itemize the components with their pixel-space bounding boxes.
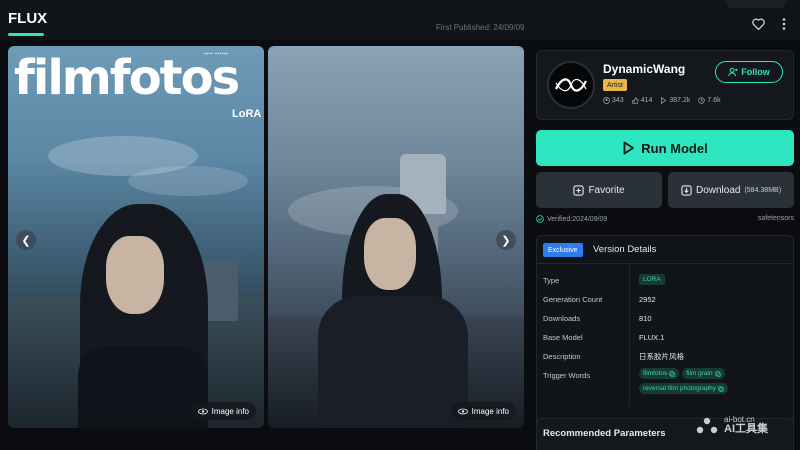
- eye-icon: [457, 408, 468, 414]
- run-icon: [661, 97, 667, 104]
- version-details-header: Exclusive Version Details: [537, 236, 793, 264]
- top-actions: [750, 16, 792, 32]
- eye-icon: [197, 408, 208, 414]
- copy-icon: [714, 370, 721, 377]
- copy-icon: [718, 385, 724, 392]
- recommended-parameters-title: Recommended Parameters: [543, 428, 666, 439]
- image-info-button[interactable]: Image info: [450, 402, 516, 420]
- creator-stats: 343 414 387.2k 7.6k: [603, 97, 721, 104]
- chevron-left-icon[interactable]: ❮: [16, 230, 36, 250]
- add-user-icon: [728, 67, 738, 77]
- chevron-right-icon[interactable]: ❯: [496, 230, 516, 250]
- version-details-title: Version Details: [593, 244, 657, 255]
- download-icon: [681, 184, 692, 196]
- overlay-brand-subtitle: LoRA: [232, 108, 262, 120]
- creator-name[interactable]: DynamicWang: [603, 62, 685, 76]
- copy-icon: [669, 370, 675, 377]
- followers-stat: 343: [603, 97, 624, 104]
- plus-square-icon: [573, 184, 585, 196]
- details-divider: [629, 264, 630, 406]
- portrait-face: [106, 236, 164, 314]
- exclusive-badge: Exclusive: [543, 243, 583, 257]
- download-button[interactable]: Download (584.38MB): [668, 172, 794, 208]
- downloads-stat: 387.2k: [660, 97, 690, 104]
- heart-icon[interactable]: [750, 16, 766, 32]
- watermark-name: AI工具集: [724, 423, 768, 436]
- overlay-brand-title: filmfotos: [14, 50, 240, 106]
- avatar[interactable]: [547, 61, 595, 109]
- description-value: 日系胶片风格: [639, 352, 684, 361]
- favorite-button[interactable]: Favorite: [536, 172, 662, 208]
- generation-count-value: 2952: [639, 295, 656, 304]
- image-info-button[interactable]: Image info: [190, 402, 256, 420]
- active-tab-indicator: [8, 33, 44, 36]
- thumbs-up-icon: [632, 97, 639, 104]
- generations-stat: 7.6k: [698, 97, 721, 104]
- likes-stat: 414: [632, 97, 652, 104]
- watermark: ai-bot.cn AI工具集: [694, 415, 768, 436]
- top-bar: FLUX First Published: 24/09/09: [0, 0, 800, 40]
- trigger-word-chip[interactable]: filmfotos: [639, 368, 680, 379]
- first-published-date: First Published: 24/09/09: [436, 23, 525, 32]
- image-info-label: Image info: [211, 406, 249, 416]
- gallery-image-1[interactable]: filmfotos ▪▪▪▪ ▪▪▪▪▪▪ LoRA ❮ Image info: [8, 46, 264, 428]
- more-vertical-icon[interactable]: [776, 16, 792, 32]
- gallery-image-2[interactable]: ❯ Image info: [268, 46, 524, 428]
- watermark-logo-icon: [696, 417, 718, 434]
- role-badge: Artist: [603, 79, 627, 91]
- type-value: LORA: [639, 274, 668, 285]
- tab-flux[interactable]: FLUX: [8, 10, 47, 27]
- downloads-label: Downloads: [543, 314, 581, 323]
- creator-card: DynamicWang Artist 343 414 387.2k 7.6k F…: [536, 50, 794, 120]
- description-label: Description: [543, 352, 581, 361]
- trigger-word-chip[interactable]: film grain: [682, 368, 725, 379]
- portrait-face: [364, 218, 416, 290]
- user-icon: [603, 97, 610, 104]
- image-info-label: Image info: [471, 406, 509, 416]
- check-circle-icon: [536, 215, 544, 223]
- downloads-value: 810: [639, 314, 652, 323]
- download-size: (584.38MB): [744, 186, 782, 194]
- generation-count-label: Generation Count: [543, 295, 603, 304]
- sparkle-icon: [698, 97, 706, 104]
- follow-button[interactable]: Follow: [715, 61, 783, 83]
- lora-chip: LORA: [639, 274, 665, 285]
- trigger-words-list: filmfotos film grain reversal film photo…: [639, 368, 789, 394]
- verified-date: Verified:2024/09/09: [536, 215, 607, 223]
- file-type: safetensors: [757, 215, 794, 222]
- trigger-word-chip[interactable]: reversal film photography: [639, 383, 728, 394]
- play-icon: [623, 141, 635, 155]
- top-scroll-hint: [726, 0, 786, 8]
- base-model-label: Base Model: [543, 333, 583, 342]
- overlay-brand-tag: ▪▪▪▪ ▪▪▪▪▪▪: [204, 51, 229, 57]
- run-model-button[interactable]: Run Model: [536, 130, 794, 166]
- trigger-words-label: Trigger Words: [543, 371, 591, 380]
- type-label: Type: [543, 276, 560, 285]
- base-model-value: FLUX.1: [639, 333, 665, 342]
- image-gallery: filmfotos ▪▪▪▪ ▪▪▪▪▪▪ LoRA ❮ Image info …: [8, 46, 524, 428]
